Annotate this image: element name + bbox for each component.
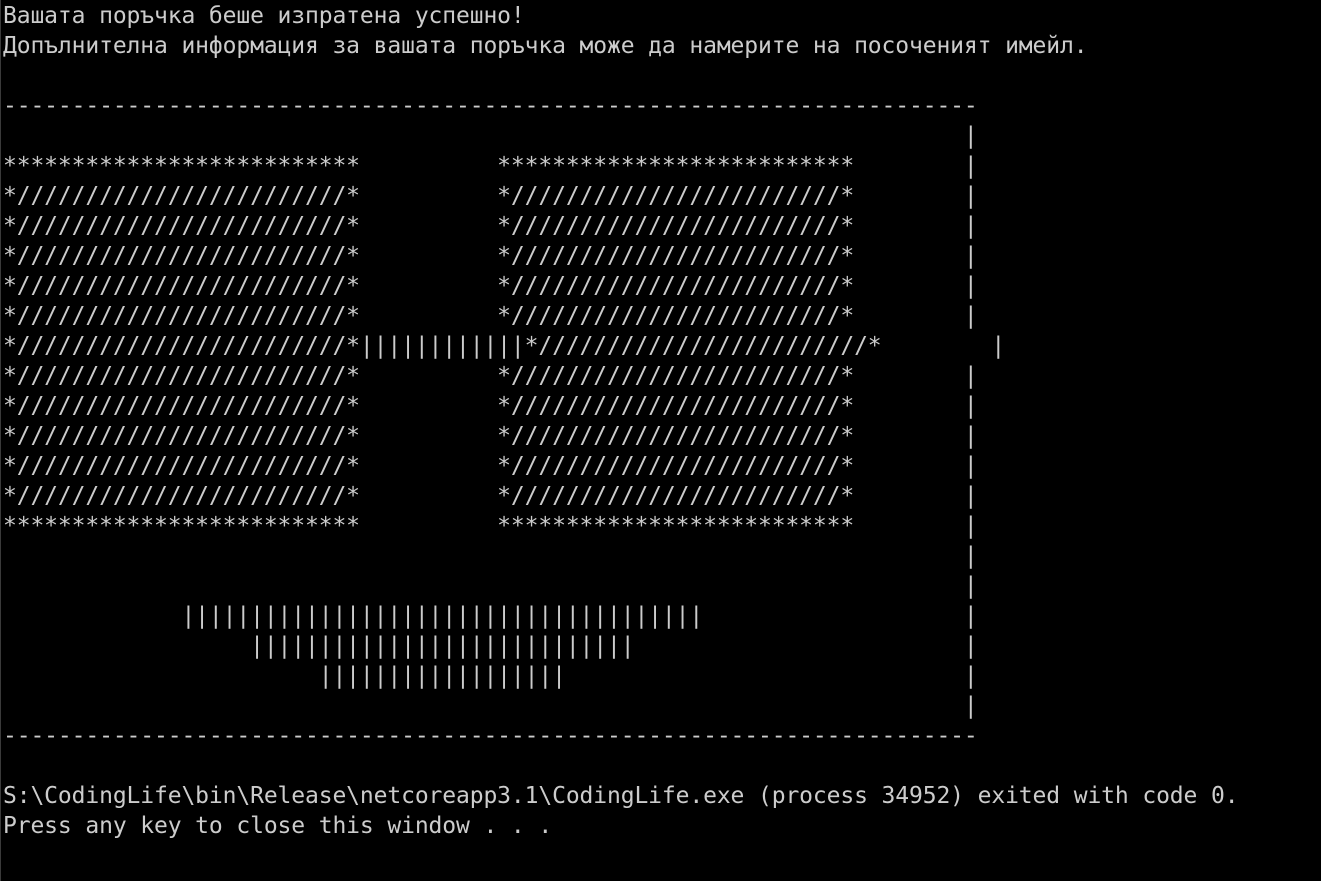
ascii-art-line: *////////////////////////* *////////////… bbox=[3, 303, 978, 329]
ascii-bottom-border: ----------------------------------------… bbox=[3, 723, 978, 749]
ascii-art-line: |||||||||||||||||||||||||||||||||||||| | bbox=[3, 603, 978, 629]
window-left-edge bbox=[0, 0, 1, 881]
ascii-art-line: *////////////////////////* *////////////… bbox=[3, 483, 978, 509]
ascii-art-line: |||||||||||||||||||||||||||| | bbox=[3, 633, 978, 659]
ascii-art-line: *////////////////////////* *////////////… bbox=[3, 213, 978, 239]
ascii-art-line: *////////////////////////* *////////////… bbox=[3, 453, 978, 479]
console-output: Вашата поръчка беше изпратена успешно! Д… bbox=[3, 1, 1239, 841]
ascii-art-line: *////////////////////////* *////////////… bbox=[3, 393, 978, 419]
ascii-art-line: *////////////////////////*||||||||||||*/… bbox=[3, 333, 1006, 359]
ascii-art-line: |||||||||||||||||| | bbox=[3, 663, 978, 689]
ascii-art-line: | bbox=[3, 573, 978, 599]
ascii-art-line: ************************** *************… bbox=[3, 513, 978, 539]
success-message: Вашата поръчка беше изпратена успешно! bbox=[3, 3, 525, 29]
ascii-art-line: *////////////////////////* *////////////… bbox=[3, 183, 978, 209]
ascii-art-line: *////////////////////////* *////////////… bbox=[3, 273, 978, 299]
ascii-art-line: | bbox=[3, 543, 978, 569]
ascii-art-line: *////////////////////////* *////////////… bbox=[3, 423, 978, 449]
ascii-art-line: | bbox=[3, 693, 978, 719]
ascii-art-line: ************************** *************… bbox=[3, 153, 978, 179]
process-exit-message: S:\CodingLife\bin\Release\netcoreapp3.1\… bbox=[3, 783, 1239, 809]
press-any-key-prompt: Press any key to close this window . . . bbox=[3, 813, 553, 839]
console-window[interactable]: Вашата поръчка беше изпратена успешно! Д… bbox=[0, 0, 1321, 881]
ascii-art-line: *////////////////////////* *////////////… bbox=[3, 363, 978, 389]
ascii-art-line: | bbox=[3, 123, 978, 149]
ascii-art-line: *////////////////////////* *////////////… bbox=[3, 243, 978, 269]
info-message: Допълнителна информация за вашата поръчк… bbox=[3, 33, 1088, 59]
ascii-top-border: ----------------------------------------… bbox=[3, 93, 978, 119]
